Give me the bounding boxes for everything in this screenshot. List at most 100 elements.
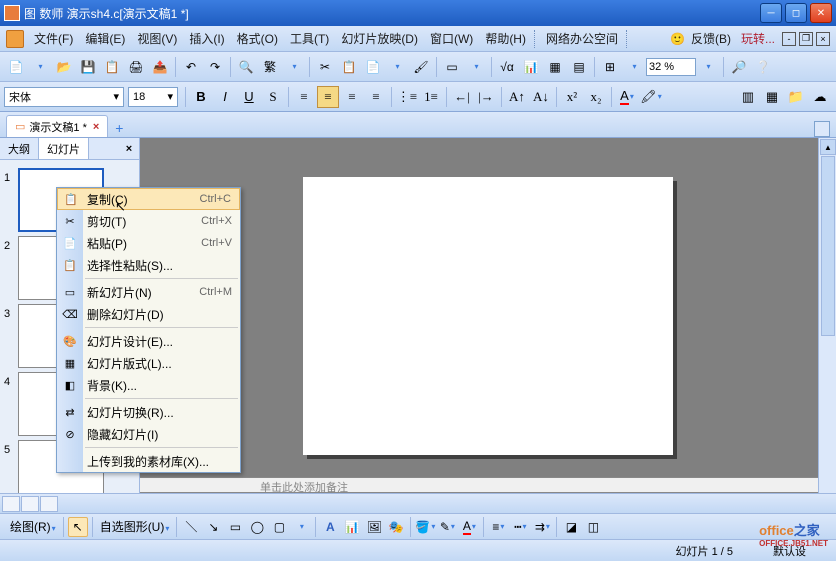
subscript-button[interactable]: x₂ xyxy=(585,86,607,108)
close-pane-button[interactable]: × xyxy=(119,138,139,159)
menu-window[interactable]: 窗口(W) xyxy=(424,27,479,50)
shadow-style-button[interactable]: ◪ xyxy=(561,517,581,537)
lang-dropdown[interactable] xyxy=(283,56,305,78)
bullets-button[interactable]: ⋮≡ xyxy=(396,86,418,108)
highlight-button[interactable]: 🖍 xyxy=(640,86,662,108)
menu-tools[interactable]: 工具(T) xyxy=(284,27,335,50)
superscript-button[interactable]: x² xyxy=(561,86,583,108)
grid-icon[interactable]: ⊞ xyxy=(599,56,621,78)
tab-outline[interactable]: 大纲 xyxy=(0,138,39,159)
normal-view-button[interactable] xyxy=(2,496,20,512)
paste-icon[interactable]: 📄 xyxy=(362,56,384,78)
font-color-button[interactable]: A xyxy=(459,517,479,537)
picture-icon[interactable]: 🖼 xyxy=(364,517,384,537)
cut-icon[interactable]: ✂ xyxy=(314,56,336,78)
vertical-scrollbar[interactable]: ▲ xyxy=(818,138,836,493)
export-icon[interactable]: 📤 xyxy=(149,56,171,78)
ctx-paste-special[interactable]: 📋选择性粘贴(S)... xyxy=(57,254,240,276)
mdi-restore-button[interactable]: ❐ xyxy=(799,32,813,46)
table-icon[interactable]: ▦ xyxy=(544,56,566,78)
paste-dropdown[interactable] xyxy=(386,56,408,78)
line-style-button[interactable]: ≡ xyxy=(488,517,508,537)
minimize-button[interactable]: ─ xyxy=(760,3,782,23)
scroll-up-button[interactable]: ▲ xyxy=(820,139,836,155)
pane-design-icon[interactable]: ▦ xyxy=(761,86,783,108)
slide-dropdown[interactable] xyxy=(465,56,487,78)
line-color-button[interactable]: ✎ xyxy=(437,517,457,537)
close-button[interactable]: ✕ xyxy=(810,3,832,23)
font-color-button[interactable]: A xyxy=(616,86,638,108)
wordart-icon[interactable]: A xyxy=(320,517,340,537)
arrow-icon[interactable]: ↘ xyxy=(203,517,223,537)
increase-font-button[interactable]: A↑ xyxy=(506,86,528,108)
textbox-dropdown[interactable] xyxy=(291,517,311,537)
traditional-icon[interactable]: 繁 xyxy=(259,56,281,78)
line-icon[interactable]: ＼ xyxy=(181,517,201,537)
sidebar-toggle-button[interactable] xyxy=(814,121,830,137)
ctx-slide-layout[interactable]: ▦幻灯片版式(L)... xyxy=(57,352,240,374)
menu-insert[interactable]: 插入(I) xyxy=(183,27,230,50)
notes-pane[interactable]: 单击此处添加备注 xyxy=(140,477,818,493)
dash-style-button[interactable]: ┅ xyxy=(510,517,530,537)
zoom-input[interactable] xyxy=(646,58,696,76)
decrease-indent-button[interactable]: ←| xyxy=(451,86,473,108)
ctx-delete-slide[interactable]: ⌫删除幻灯片(D) xyxy=(57,303,240,325)
template-icon[interactable]: ▤ xyxy=(568,56,590,78)
document-tab[interactable]: ▭ 演示文稿1 * × xyxy=(6,115,108,137)
menu-slideshow[interactable]: 幻灯片放映(D) xyxy=(335,27,424,50)
menu-format[interactable]: 格式(O) xyxy=(231,27,284,50)
menu-feedback[interactable]: 反馈(B) xyxy=(685,27,737,50)
shadow-button[interactable]: S xyxy=(262,86,284,108)
slide-canvas[interactable]: ▲ xyxy=(140,138,836,493)
find-icon[interactable]: 🔎 xyxy=(728,56,750,78)
rectangle-icon[interactable]: ▭ xyxy=(225,517,245,537)
sorter-view-button[interactable] xyxy=(21,496,39,512)
save-icon[interactable]: 💾 xyxy=(77,56,99,78)
mdi-minimize-button[interactable]: - xyxy=(782,32,796,46)
numbering-button[interactable]: 1≡ xyxy=(420,86,442,108)
font-name-combo[interactable]: 宋体▾ xyxy=(4,87,124,107)
autoshapes-menu[interactable]: 自选图形(U) xyxy=(96,518,174,535)
ctx-copy[interactable]: 📋复制(C)Ctrl+C xyxy=(57,188,240,210)
help-icon[interactable]: ❔ xyxy=(752,56,774,78)
formula-icon[interactable]: √α xyxy=(496,56,518,78)
menu-netoffice[interactable]: 网络办公空间 xyxy=(540,27,624,50)
ctx-hide-slide[interactable]: ⊘隐藏幻灯片(I) xyxy=(57,423,240,445)
select-arrow-icon[interactable]: ↖ xyxy=(68,517,88,537)
ctx-upload[interactable]: 上传到我的素材库(X)... xyxy=(57,450,240,472)
grid-dropdown[interactable] xyxy=(623,56,645,78)
textbox-icon[interactable]: ▢ xyxy=(269,517,289,537)
add-tab-button[interactable]: + xyxy=(110,119,128,137)
italic-button[interactable]: I xyxy=(214,86,236,108)
saveas-icon[interactable]: 📋 xyxy=(101,56,123,78)
pane-folder-icon[interactable]: 📁 xyxy=(785,86,807,108)
pane-cloud-icon[interactable]: ☁ xyxy=(809,86,831,108)
fill-color-button[interactable]: 🪣 xyxy=(415,517,435,537)
tab-slides[interactable]: 幻灯片 xyxy=(39,138,89,159)
clipart-icon[interactable]: 🎭 xyxy=(386,517,406,537)
slideshow-view-button[interactable] xyxy=(40,496,58,512)
ctx-background[interactable]: ◧背景(K)... xyxy=(57,374,240,396)
chart-icon[interactable]: 📊 xyxy=(520,56,542,78)
align-left-button[interactable]: ≡ xyxy=(293,86,315,108)
arrow-style-button[interactable]: ⇉ xyxy=(532,517,552,537)
align-justify-button[interactable]: ≡ xyxy=(365,86,387,108)
align-center-button[interactable]: ≡ xyxy=(317,86,339,108)
maximize-button[interactable]: ◻ xyxy=(785,3,807,23)
format-painter-icon[interactable]: 🖌 xyxy=(410,56,432,78)
new-icon[interactable]: 📄 xyxy=(5,56,27,78)
menu-wanzhuan[interactable]: 玩转... xyxy=(737,30,779,47)
align-right-button[interactable]: ≡ xyxy=(341,86,363,108)
oval-icon[interactable]: ◯ xyxy=(247,517,267,537)
increase-indent-button[interactable]: |→ xyxy=(475,86,497,108)
new-dropdown[interactable] xyxy=(29,56,51,78)
bold-button[interactable]: B xyxy=(190,86,212,108)
redo-icon[interactable]: ↷ xyxy=(204,56,226,78)
print-icon[interactable]: 🖨 xyxy=(125,56,147,78)
new-slide-icon[interactable]: ▭ xyxy=(441,56,463,78)
undo-icon[interactable]: ↶ xyxy=(180,56,202,78)
ctx-cut[interactable]: ✂剪切(T)Ctrl+X xyxy=(57,210,240,232)
zoom-dropdown[interactable] xyxy=(697,56,719,78)
font-size-combo[interactable]: 18▾ xyxy=(128,87,178,107)
decrease-font-button[interactable]: A↓ xyxy=(530,86,552,108)
